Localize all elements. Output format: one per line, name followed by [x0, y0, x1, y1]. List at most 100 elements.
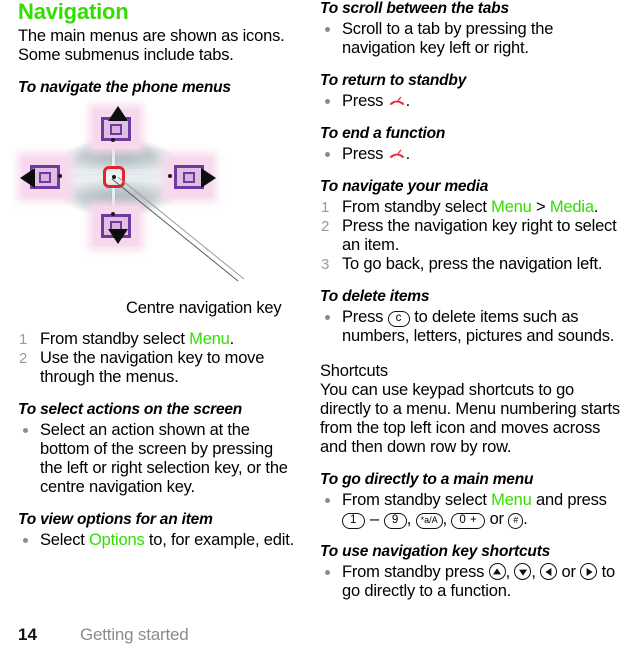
heading-to-navigate-phone-menus: To navigate the phone menus	[18, 79, 231, 96]
list-item: Press .	[320, 145, 626, 164]
step-number: 3	[321, 256, 330, 273]
bullet-text-pre: Press	[342, 145, 388, 163]
bullet-dot-icon	[23, 538, 28, 543]
sep-2: ,	[531, 563, 541, 581]
heading-shortcuts: Shortcuts	[320, 362, 388, 380]
two-column-body: Navigation The main menus are shown as i…	[0, 0, 640, 653]
bullet-text-pre: Press	[342, 92, 388, 110]
list-item: Select an action shown at the bottom of …	[18, 421, 298, 497]
page-footer: 14 Getting started	[0, 625, 640, 645]
key-1-icon: 1	[342, 513, 365, 529]
step-item: 2 Use the navigation key to move through …	[18, 349, 298, 387]
bullets-delete-items: Press c to delete items such as numbers,…	[320, 308, 626, 346]
step-number: 1	[19, 331, 28, 348]
left-column: Navigation The main menus are shown as i…	[0, 0, 320, 550]
step-item: 1 From standby select Menu.	[18, 330, 298, 349]
media-link[interactable]: Media	[550, 198, 594, 216]
comma-2: ,	[442, 510, 452, 528]
bullet-dot-icon	[23, 428, 28, 433]
page-title: Navigation	[18, 0, 129, 24]
key-or-text: or	[485, 510, 509, 528]
bullet-text-mid: and press	[531, 491, 607, 509]
bullet-text-pre: Press	[342, 308, 388, 326]
bullets-select-actions: Select an action shown at the bottom of …	[18, 421, 298, 497]
step-text-mid: >	[531, 198, 550, 216]
menu-link[interactable]: Menu	[491, 198, 532, 216]
bullets-go-directly: From standby select Menu and press 1–9, …	[320, 491, 626, 529]
bullet-dot-icon	[325, 570, 330, 575]
right-column: To scroll between the tabs Scroll to a t…	[320, 0, 640, 601]
heading-scroll-between-tabs: To scroll between the tabs	[320, 0, 509, 17]
navigation-key-illustration	[20, 105, 245, 295]
key-hash-icon: #	[508, 513, 524, 529]
step-text: Press the navigation key right to select…	[342, 217, 617, 254]
step-number: 2	[19, 350, 28, 367]
bullet-text-post: .	[405, 145, 411, 163]
footer-section-name: Getting started	[80, 625, 189, 644]
sep-1: ,	[505, 563, 515, 581]
page-number: 14	[18, 625, 37, 644]
list-item: Press c to delete items such as numbers,…	[320, 308, 626, 346]
bullets-end-function: Press .	[320, 145, 626, 164]
bullet-text-post: to, for example, edit.	[144, 531, 294, 549]
arrow-left-icon	[20, 168, 35, 188]
options-link[interactable]: Options	[89, 531, 145, 549]
nav-right-icon	[580, 563, 598, 580]
bullet-text-post: .	[405, 92, 411, 110]
step-text: Use the navigation key to move through t…	[40, 349, 265, 386]
arrow-down-icon	[108, 229, 128, 244]
nav-left-icon	[540, 563, 558, 580]
heading-view-options: To view options for an item	[18, 511, 213, 528]
menu-link[interactable]: Menu	[189, 330, 230, 348]
spoke-tip-bottom	[111, 212, 115, 216]
clear-key-icon: c	[387, 311, 410, 327]
step-text-post: .	[229, 330, 235, 348]
bullet-dot-icon	[325, 27, 330, 32]
list-item: From standby select Menu and press 1–9, …	[320, 491, 626, 529]
spoke-right	[126, 175, 170, 178]
bullets-view-options: Select Options to, for example, edit.	[18, 531, 298, 550]
bullets-scroll-tabs: Scroll to a tab by pressing the navigati…	[320, 20, 626, 58]
step-text: To go back, press the navigation left.	[342, 255, 603, 273]
heading-select-actions: To select actions on the screen	[18, 401, 243, 418]
list-item: Press .	[320, 92, 626, 111]
illustration-caption: Centre navigation key	[126, 299, 282, 317]
spoke-tip-left	[58, 174, 62, 178]
bullet-dot-icon	[325, 498, 330, 503]
heading-delete-items: To delete items	[320, 288, 430, 305]
step-item: 2 Press the navigation key right to selec…	[320, 217, 626, 255]
key-0-icon: 0 +	[451, 513, 486, 529]
nav-or-text: or	[557, 563, 581, 581]
step-text-pre: From standby select	[342, 198, 492, 216]
bullet-text-pre: From standby press	[342, 563, 489, 581]
bullet-dot-icon	[325, 315, 330, 320]
step-text-pre: From standby select	[40, 330, 190, 348]
list-item: From standby press , , or to go directly…	[320, 563, 626, 601]
heading-navigate-your-media: To navigate your media	[320, 178, 489, 195]
list-item: Select Options to, for example, edit.	[18, 531, 298, 550]
comma-1: ,	[406, 510, 416, 528]
bullets-return-standby: Press .	[320, 92, 626, 111]
intro-paragraph: The main menus are shown as icons. Some …	[18, 27, 285, 64]
steps-navigate-media: 1 From standby select Menu > Media. 2 Pres…	[320, 198, 626, 274]
arrow-up-icon	[108, 106, 128, 121]
list-item: Scroll to a tab by pressing the navigati…	[320, 20, 626, 58]
step-number: 1	[321, 199, 330, 216]
menu-link[interactable]: Menu	[491, 491, 532, 509]
centre-key-dot	[112, 175, 116, 179]
bullet-text: Select an action shown at the bottom of …	[40, 421, 288, 496]
bullet-text: Scroll to a tab by pressing the navigati…	[342, 20, 554, 57]
heading-return-to-standby: To return to standby	[320, 72, 467, 89]
heading-go-directly-main-menu: To go directly to a main menu	[320, 471, 534, 488]
step-item: 1 From standby select Menu > Media.	[320, 198, 626, 217]
step-number: 2	[321, 218, 330, 235]
key-range-dash: –	[369, 510, 379, 528]
steps-navigate-phone-menus: 1 From standby select Menu. 2 Use the navi…	[18, 330, 298, 387]
heading-end-a-function: To end a function	[320, 125, 446, 142]
step-item: 3 To go back, press the navigation left.	[320, 255, 626, 274]
spoke-tip-top	[111, 138, 115, 142]
bullet-text-pre: Select	[40, 531, 90, 549]
manual-page: Navigation The main menus are shown as i…	[0, 0, 640, 653]
heading-nav-key-shortcuts: To use navigation key shortcuts	[320, 543, 551, 560]
key-9-icon: 9	[383, 513, 407, 529]
